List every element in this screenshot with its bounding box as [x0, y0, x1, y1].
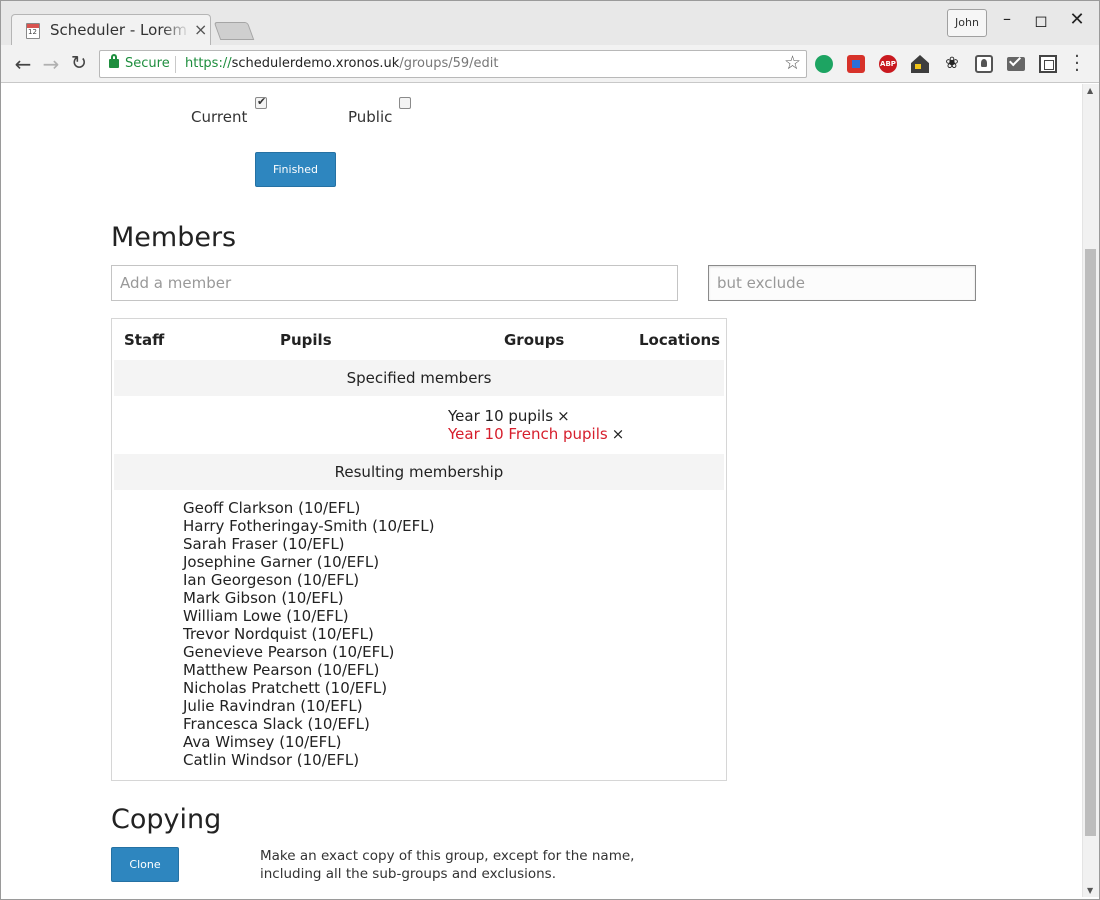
paw-extension-icon[interactable]: ❀ [943, 53, 961, 72]
minimize-icon[interactable]: – [997, 9, 1017, 28]
browser-window: Scheduler - Lorem Ipsum × John – ◻ ✕ ← →… [0, 0, 1100, 900]
current-label: Current [191, 108, 248, 126]
vertical-scrollbar[interactable]: ▲ ▼ [1082, 84, 1099, 897]
list-item: Genevieve Pearson (10/EFL) [183, 643, 395, 661]
membership-panel: Staff Pupils Groups Locations Specified … [111, 318, 727, 781]
column-header-staff: Staff [124, 331, 165, 349]
list-item: Nicholas Pratchett (10/EFL) [183, 679, 388, 697]
adblock-extension-icon[interactable]: ABP [879, 55, 897, 73]
address-bar[interactable]: Secure https://schedulerdemo.xronos.uk/g… [99, 50, 807, 78]
address-separator [175, 56, 176, 73]
back-arrow-icon[interactable]: ← [11, 52, 35, 76]
profile-button[interactable]: John [947, 9, 987, 37]
screenshot-extension-icon[interactable] [1039, 55, 1057, 73]
maximize-icon[interactable]: ◻ [1031, 11, 1051, 30]
list-item: William Lowe (10/EFL) [183, 607, 349, 625]
page-viewport: Current Public Finished Members Add a me… [1, 84, 1082, 897]
excluded-group-name: Year 10 French pupils [448, 425, 608, 443]
resulting-pupils-list: Geoff Clarkson (10/EFL) Harry Fotheringa… [183, 499, 434, 769]
list-item: Harry Fotheringay-Smith (10/EFL) [183, 517, 435, 535]
resulting-membership-heading: Resulting membership [114, 454, 724, 490]
public-checkbox[interactable] [399, 97, 411, 109]
list-item: Mark Gibson (10/EFL) [183, 589, 344, 607]
current-checkbox[interactable] [255, 95, 267, 109]
lock-icon [109, 54, 119, 68]
reload-icon[interactable]: ↻ [67, 52, 91, 74]
remove-icon[interactable]: × [612, 425, 625, 443]
url-text[interactable]: https://schedulerdemo.xronos.uk/groups/5… [185, 56, 499, 71]
close-window-icon[interactable]: ✕ [1067, 9, 1087, 30]
list-item: Ian Georgeson (10/EFL) [183, 571, 360, 589]
excluded-group-item: Year 10 French pupils × [448, 425, 624, 443]
list-item: Julie Ravindran (10/EFL) [183, 697, 363, 715]
list-item: Geoff Clarkson (10/EFL) [183, 499, 361, 517]
remove-icon[interactable]: × [557, 407, 570, 425]
clone-description: Make an exact copy of this group, except… [260, 848, 635, 882]
lightbulb-extension-icon[interactable] [975, 55, 993, 73]
forward-arrow-icon[interactable]: → [39, 52, 63, 76]
public-label: Public [348, 108, 393, 126]
house-extension-icon[interactable] [911, 55, 929, 73]
scrollbar-thumb[interactable] [1085, 249, 1096, 836]
list-item: Catlin Windsor (10/EFL) [183, 751, 360, 769]
members-heading: Members [111, 222, 237, 253]
scroll-up-arrow-icon[interactable]: ▲ [1087, 86, 1093, 95]
browser-tab[interactable]: Scheduler - Lorem Ipsum × [11, 14, 211, 46]
specified-group-item: Year 10 pupils × [448, 407, 570, 425]
specified-group-name: Year 10 pupils [448, 407, 554, 425]
copying-heading: Copying [111, 804, 222, 835]
mail-extension-icon[interactable] [1007, 57, 1025, 71]
column-header-groups: Groups [504, 331, 565, 349]
new-tab-button[interactable] [213, 22, 255, 40]
list-item: Sarah Fraser (10/EFL) [183, 535, 345, 553]
list-item: Trevor Nordquist (10/EFL) [183, 625, 374, 643]
browser-toolbar: ← → ↻ Secure https://schedulerdemo.xrono… [1, 45, 1099, 83]
exclude-member-input[interactable]: but exclude [708, 265, 976, 301]
specified-members-heading: Specified members [114, 360, 724, 396]
calendar-favicon-icon [26, 23, 40, 39]
kebab-menu-icon[interactable]: · · · [1069, 48, 1085, 80]
list-item: Matthew Pearson (10/EFL) [183, 661, 380, 679]
add-member-input[interactable]: Add a member [111, 265, 678, 301]
bookmark-star-icon[interactable]: ☆ [784, 52, 801, 74]
column-header-pupils: Pupils [280, 331, 332, 349]
title-bar: Scheduler - Lorem Ipsum × John – ◻ ✕ [1, 1, 1099, 46]
speech-bubble-extension-icon[interactable] [815, 55, 833, 73]
url-path: /groups/59/edit [399, 56, 499, 71]
finished-button[interactable]: Finished [255, 152, 336, 187]
page-content: Current Public Finished Members Add a me… [1, 84, 1082, 897]
list-item: Josephine Garner (10/EFL) [183, 553, 380, 571]
scroll-down-arrow-icon[interactable]: ▼ [1087, 886, 1093, 895]
tab-title: Scheduler - Lorem Ipsum [50, 21, 190, 39]
puzzle-extension-icon[interactable] [847, 55, 865, 73]
column-header-locations: Locations [639, 331, 721, 349]
list-item: Ava Wimsey (10/EFL) [183, 733, 342, 751]
url-host: schedulerdemo.xronos.uk [231, 56, 400, 71]
list-item: Francesca Slack (10/EFL) [183, 715, 370, 733]
url-scheme: https:// [185, 56, 232, 71]
secure-label: Secure [125, 56, 170, 71]
tab-close-icon[interactable]: × [194, 20, 207, 39]
clone-button[interactable]: Clone [111, 847, 179, 882]
